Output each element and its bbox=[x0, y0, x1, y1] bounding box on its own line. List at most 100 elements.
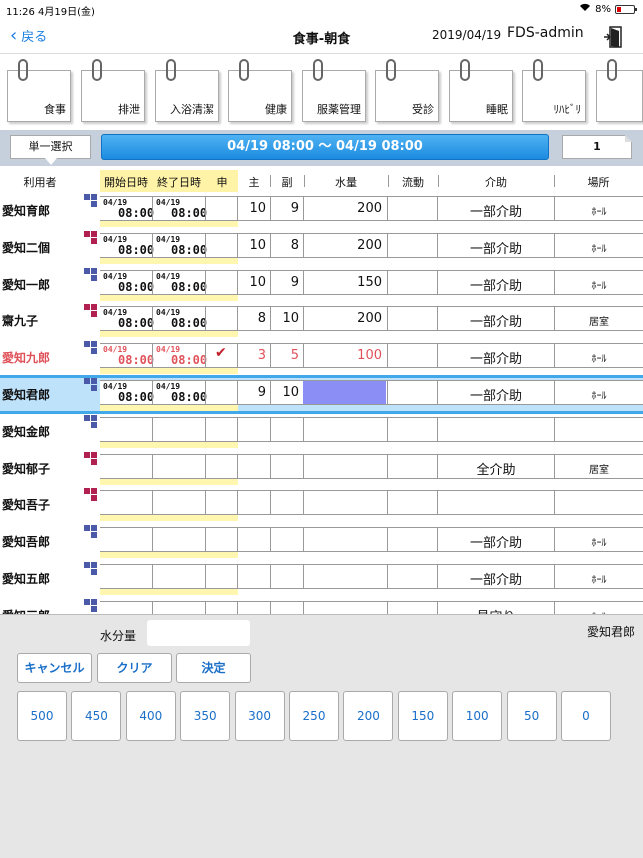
place-cell[interactable]: ﾎｰﾙ bbox=[555, 571, 643, 586]
side-dish-cell[interactable]: 9 bbox=[271, 275, 299, 290]
table-row[interactable]: 愛知吾郎 一部介助 ﾎｰﾙ bbox=[0, 523, 643, 560]
tab-excretion[interactable]: 排泄 bbox=[81, 59, 145, 122]
start-datetime-cell[interactable]: 04/19 08:00 bbox=[100, 344, 154, 367]
table-row[interactable]: 愛知郁子 全介助 居室 bbox=[0, 450, 643, 487]
end-datetime-cell[interactable]: 04/19 08:00 bbox=[153, 381, 207, 404]
place-cell[interactable]: 居室 bbox=[555, 461, 643, 476]
start-datetime-cell[interactable]: 04/19 08:00 bbox=[100, 307, 154, 330]
amount-button[interactable]: 0 bbox=[561, 691, 611, 741]
main-dish-cell[interactable]: 10 bbox=[238, 201, 266, 216]
table-row[interactable]: 愛知九郎 04/19 08:00 04/19 08:00 ✔ 3 5 100 一部介助 ﾎｰﾙ bbox=[0, 339, 643, 376]
water-cell[interactable]: 200 bbox=[304, 201, 382, 216]
tab-meal[interactable]: 食事 bbox=[7, 59, 71, 122]
table-row[interactable]: 愛知五郎 一部介助 ﾎｰﾙ bbox=[0, 560, 643, 597]
side-dish-cell[interactable]: 10 bbox=[271, 311, 299, 326]
end-datetime-cell[interactable] bbox=[153, 565, 205, 588]
start-datetime-cell[interactable] bbox=[100, 418, 152, 441]
start-datetime-cell[interactable]: 04/19 08:00 bbox=[100, 197, 154, 220]
amount-button[interactable]: 450 bbox=[71, 691, 122, 741]
tab-bathing[interactable]: 入浴清潔 bbox=[155, 59, 219, 122]
end-datetime-cell[interactable]: 04/19 08:00 bbox=[153, 344, 207, 367]
place-cell[interactable]: ﾎｰﾙ bbox=[555, 350, 643, 365]
side-dish-cell[interactable]: 9 bbox=[271, 201, 299, 216]
end-datetime-cell[interactable] bbox=[153, 491, 205, 514]
assist-cell[interactable]: 一部介助 bbox=[438, 238, 554, 257]
water-cell-active[interactable] bbox=[303, 381, 386, 404]
page-indicator[interactable]: 1 bbox=[562, 135, 632, 159]
tab-more[interactable] bbox=[596, 59, 643, 122]
start-datetime-cell[interactable] bbox=[100, 455, 152, 478]
end-datetime-cell[interactable] bbox=[153, 418, 205, 441]
water-cell[interactable]: 100 bbox=[304, 348, 382, 363]
side-dish-cell[interactable]: 5 bbox=[271, 348, 299, 363]
water-cell[interactable]: 200 bbox=[304, 311, 382, 326]
end-datetime-cell[interactable]: 04/19 08:00 bbox=[153, 271, 207, 294]
end-datetime-cell[interactable]: 04/19 08:00 bbox=[153, 234, 207, 257]
start-datetime-cell[interactable] bbox=[100, 565, 152, 588]
main-dish-cell[interactable]: 10 bbox=[238, 275, 266, 290]
single-select-button[interactable]: 単一選択 bbox=[10, 135, 91, 165]
start-datetime-cell[interactable]: 04/19 08:00 bbox=[100, 381, 154, 404]
exit-door-icon[interactable] bbox=[604, 26, 624, 48]
end-datetime-cell[interactable]: 04/19 08:00 bbox=[153, 307, 207, 330]
main-dish-cell[interactable]: 3 bbox=[238, 348, 266, 363]
amount-button[interactable]: 250 bbox=[289, 691, 339, 741]
table-row[interactable]: 愛知吾子 bbox=[0, 486, 643, 523]
assist-cell[interactable]: 全介助 bbox=[438, 459, 554, 478]
water-cell[interactable]: 150 bbox=[304, 275, 382, 290]
main-dish-cell[interactable]: 10 bbox=[238, 238, 266, 253]
amount-button[interactable]: 400 bbox=[125, 691, 176, 741]
start-datetime-cell[interactable] bbox=[100, 528, 152, 551]
place-cell[interactable]: 居室 bbox=[555, 313, 643, 328]
confirm-button[interactable]: 決定 bbox=[176, 653, 251, 683]
end-datetime-cell[interactable] bbox=[153, 602, 205, 614]
start-datetime-cell[interactable] bbox=[100, 491, 152, 514]
end-datetime-cell[interactable] bbox=[153, 455, 205, 478]
end-datetime-cell[interactable]: 04/19 08:00 bbox=[153, 197, 207, 220]
place-cell[interactable]: ﾎｰﾙ bbox=[555, 387, 643, 402]
main-dish-cell[interactable]: 8 bbox=[238, 311, 266, 326]
end-datetime-cell[interactable] bbox=[153, 528, 205, 551]
start-datetime-cell[interactable]: 04/19 08:00 bbox=[100, 271, 154, 294]
tab-rehab[interactable]: ﾘﾊﾋﾞﾘ bbox=[522, 59, 586, 122]
back-button[interactable]: ‹ 戻る bbox=[10, 26, 47, 45]
table-row[interactable]: 愛知育郎 04/19 08:00 04/19 08:00 10 9 200 一部介助 ﾎｰﾙ bbox=[0, 192, 643, 229]
start-datetime-cell[interactable] bbox=[100, 602, 152, 614]
place-cell[interactable]: ﾎｰﾙ bbox=[555, 203, 643, 218]
table-row[interactable]: 愛知金郎 bbox=[0, 413, 643, 450]
water-amount-input[interactable] bbox=[147, 620, 250, 646]
assist-cell[interactable]: 一部介助 bbox=[438, 532, 554, 551]
amount-button[interactable]: 200 bbox=[343, 691, 394, 741]
assist-cell[interactable]: 一部介助 bbox=[438, 275, 554, 294]
main-dish-cell[interactable]: 9 bbox=[238, 385, 266, 400]
assist-cell[interactable]: 一部介助 bbox=[438, 569, 554, 588]
assist-cell[interactable]: 一部介助 bbox=[438, 348, 554, 367]
tab-medication[interactable]: 服薬管理 bbox=[302, 59, 366, 122]
assist-cell[interactable]: 一部介助 bbox=[438, 311, 554, 330]
amount-button[interactable]: 350 bbox=[180, 691, 231, 741]
cancel-button[interactable]: キャンセル bbox=[17, 653, 92, 683]
tab-sleep[interactable]: 睡眠 bbox=[449, 59, 513, 122]
table-row[interactable]: 愛知三郎見守りﾎｰﾙ bbox=[0, 597, 643, 614]
amount-button[interactable]: 500 bbox=[17, 691, 67, 741]
assist-cell[interactable]: 見守り bbox=[438, 606, 554, 614]
table-row[interactable]: 齋九子 04/19 08:00 04/19 08:00 8 10 200 一部介助 居室 bbox=[0, 302, 643, 339]
amount-button[interactable]: 100 bbox=[452, 691, 503, 741]
table-row[interactable]: 愛知二個 04/19 08:00 04/19 08:00 10 8 200 一部介助 ﾎｰﾙ bbox=[0, 229, 643, 266]
place-cell[interactable]: ﾎｰﾙ bbox=[555, 240, 643, 255]
side-dish-cell[interactable]: 10 bbox=[271, 385, 299, 400]
time-range-button[interactable]: 04/19 08:00 〜 04/19 08:00 bbox=[101, 134, 549, 160]
table-row[interactable]: 愛知君郎 04/19 08:00 04/19 08:00 9 10 一部介助 ﾎｰﾙ bbox=[0, 375, 643, 414]
assist-cell[interactable]: 一部介助 bbox=[438, 385, 554, 404]
amount-button[interactable]: 50 bbox=[506, 691, 557, 741]
clear-button[interactable]: クリア bbox=[97, 653, 172, 683]
start-datetime-cell[interactable]: 04/19 08:00 bbox=[100, 234, 154, 257]
place-cell[interactable]: ﾎｰﾙ bbox=[555, 277, 643, 292]
place-cell[interactable]: ﾎｰﾙ bbox=[555, 534, 643, 549]
table-row[interactable]: 愛知一郎 04/19 08:00 04/19 08:00 10 9 150 一部介助 ﾎｰﾙ bbox=[0, 266, 643, 303]
amount-button[interactable]: 150 bbox=[397, 691, 448, 741]
amount-button[interactable]: 300 bbox=[234, 691, 285, 741]
side-dish-cell[interactable]: 8 bbox=[271, 238, 299, 253]
assist-cell[interactable]: 一部介助 bbox=[438, 201, 554, 220]
tab-health[interactable]: 健康 bbox=[228, 59, 292, 122]
